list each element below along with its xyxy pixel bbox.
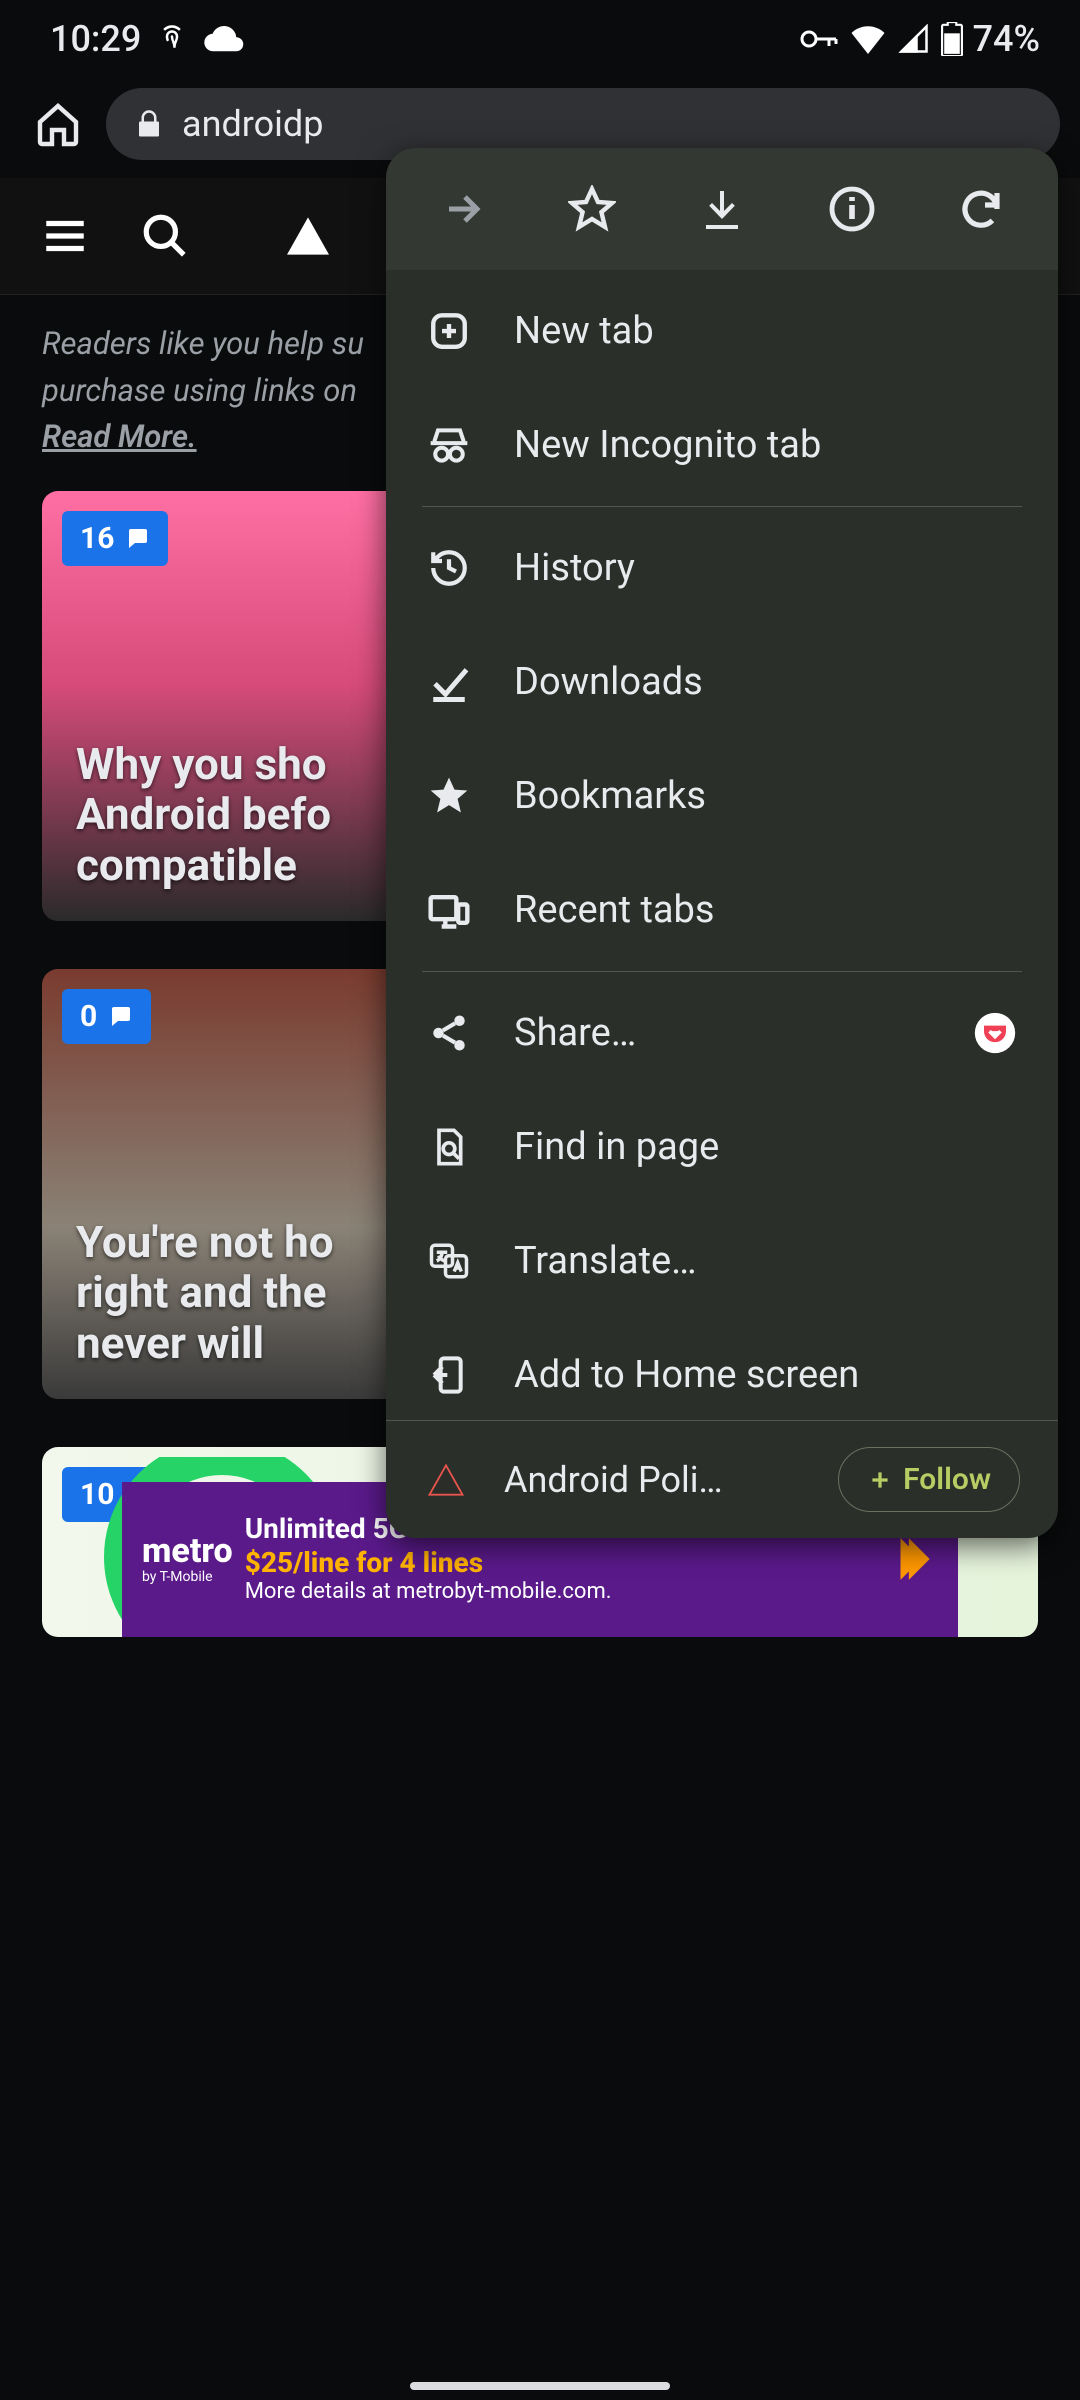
menu-divider (422, 971, 1022, 972)
wifi-icon (849, 24, 887, 54)
follow-button[interactable]: Follow (838, 1447, 1020, 1512)
fingerprint-icon (157, 22, 187, 56)
menu-find-in-page[interactable]: Find in page (386, 1090, 1058, 1204)
lock-icon (134, 106, 164, 142)
bookmark-button[interactable] (557, 174, 627, 244)
footer-site-name: Android Poli… (504, 1459, 802, 1501)
hamburger-icon[interactable] (40, 211, 90, 261)
article-title: You're not ho right and the never will (76, 1217, 334, 1369)
devices-icon (424, 885, 474, 935)
site-favicon (424, 1458, 468, 1502)
menu-incognito[interactable]: New Incognito tab (386, 388, 1058, 502)
cloud-icon (203, 24, 245, 54)
url-text: androidp (182, 103, 323, 145)
history-icon (424, 543, 474, 593)
incognito-icon (424, 420, 474, 470)
download-button[interactable] (687, 174, 757, 244)
menu-history[interactable]: History (386, 511, 1058, 625)
site-logo-icon[interactable] (280, 208, 336, 264)
ad-chevron-icon (888, 1534, 938, 1584)
comment-badge[interactable]: 0 (62, 989, 151, 1044)
translate-icon (424, 1236, 474, 1286)
gesture-nav-pill[interactable] (410, 2382, 670, 2390)
battery-percent: 74% (973, 18, 1040, 60)
status-time: 10:29 (50, 18, 141, 60)
download-done-icon (424, 657, 474, 707)
menu-translate[interactable]: Translate… (386, 1204, 1058, 1318)
search-icon[interactable] (140, 211, 190, 261)
menu-site-footer: Android Poli… Follow (386, 1420, 1058, 1538)
comment-badge[interactable]: 16 (62, 511, 168, 566)
menu-bookmarks[interactable]: Bookmarks (386, 739, 1058, 853)
page-info-button[interactable] (817, 174, 887, 244)
overflow-menu: New tab New Incognito tab History Downlo… (386, 148, 1058, 1538)
pocket-icon[interactable] (970, 1008, 1020, 1058)
menu-share[interactable]: Share… (386, 976, 1058, 1090)
menu-add-to-home[interactable]: Add to Home screen (386, 1318, 1058, 1420)
menu-new-tab[interactable]: New tab (386, 274, 1058, 388)
menu-icon-row (386, 148, 1058, 270)
share-icon (424, 1008, 474, 1058)
home-button[interactable] (30, 96, 86, 152)
menu-downloads[interactable]: Downloads (386, 625, 1058, 739)
signal-icon (897, 24, 931, 54)
battery-icon (941, 22, 963, 56)
plus-box-icon (424, 306, 474, 356)
menu-recent-tabs[interactable]: Recent tabs (386, 853, 1058, 967)
find-in-page-icon (424, 1122, 474, 1172)
read-more-link[interactable]: Read More. (42, 418, 197, 455)
status-bar: 10:29 74% (0, 0, 1080, 68)
article-title: Why you sho Android befo compatible (76, 739, 331, 891)
star-icon (424, 771, 474, 821)
reload-button[interactable] (946, 174, 1016, 244)
menu-divider (422, 506, 1022, 507)
forward-button[interactable] (428, 174, 498, 244)
add-to-home-icon (424, 1350, 474, 1400)
vpn-key-icon (799, 28, 839, 50)
